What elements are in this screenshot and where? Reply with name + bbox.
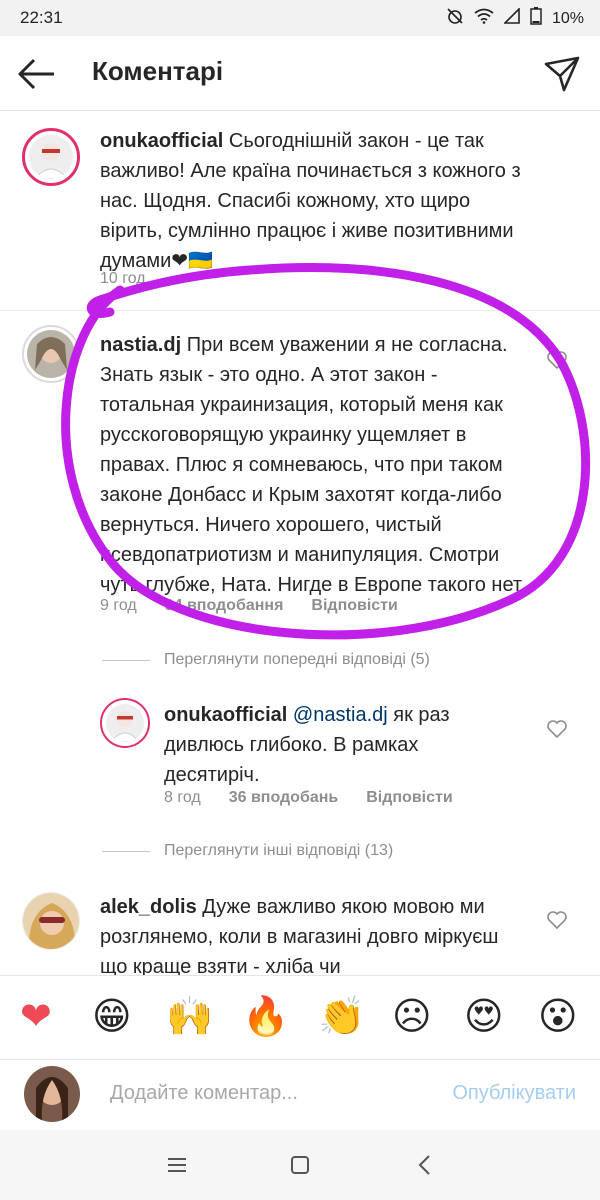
like-heart-icon[interactable]: [546, 719, 568, 739]
status-icons: 10%: [446, 7, 584, 30]
comment-username[interactable]: onukaofficial: [100, 130, 223, 152]
emoji-grin[interactable]: 😁: [92, 994, 132, 1038]
avatar[interactable]: [22, 128, 80, 186]
view-previous-replies[interactable]: Переглянути попередні відповіді (5): [102, 651, 430, 669]
wifi-icon: [474, 8, 494, 29]
emoji-heart-eyes[interactable]: 😍: [464, 994, 504, 1038]
avatar[interactable]: [22, 325, 80, 383]
signal-icon: [503, 7, 520, 29]
avatar[interactable]: [100, 698, 150, 748]
status-bar: 22:31 10%: [0, 0, 600, 36]
emoji-bar: ❤ 😁 🙌 🔥 👏 ☹ 😍 😮: [0, 975, 600, 1060]
divider-line: [102, 850, 150, 852]
system-nav-bar: [0, 1130, 600, 1200]
emoji-fire[interactable]: 🔥: [242, 994, 289, 1038]
divider-line: [102, 659, 150, 661]
page-title: Коментарі: [92, 56, 224, 86]
mention-link[interactable]: @nastia.dj: [293, 704, 388, 726]
emoji-heart[interactable]: ❤: [20, 994, 52, 1038]
menu-icon[interactable]: [164, 1152, 190, 1178]
like-heart-icon[interactable]: [546, 350, 568, 370]
comment-text: nastia.dj При всем уважении я не согласн…: [100, 330, 530, 600]
avatar-image: [24, 1066, 80, 1122]
emoji-frown[interactable]: ☹: [392, 994, 432, 1038]
reply-button[interactable]: Відповісти: [366, 789, 452, 807]
home-icon[interactable]: [287, 1152, 313, 1178]
paper-plane-icon: [544, 56, 580, 92]
like-heart-icon[interactable]: [546, 910, 568, 930]
reply-button[interactable]: Відповісти: [311, 597, 397, 615]
battery-percent: 10%: [551, 9, 584, 27]
avatar[interactable]: [22, 892, 80, 950]
avatar-image: [106, 704, 144, 742]
comment-input[interactable]: Додайте коментар...: [110, 1082, 298, 1105]
comment-text: onukaofficial Сьогоднішній закон - це та…: [100, 126, 530, 276]
likes-count[interactable]: 36 вподобань: [229, 789, 339, 807]
likes-count[interactable]: 34 вподобання: [165, 597, 284, 615]
status-time: 22:31: [20, 8, 63, 27]
back-button[interactable]: [14, 54, 58, 94]
comment-username[interactable]: alek_dolis: [100, 896, 197, 918]
comment-time: 9 год: [100, 597, 137, 614]
comment-input-bar: Додайте коментар... Опублікувати: [0, 1059, 600, 1130]
emoji-clap[interactable]: 👏: [318, 994, 365, 1038]
comment-username[interactable]: onukaofficial: [164, 704, 287, 726]
comment-username[interactable]: nastia.dj: [100, 334, 181, 356]
avatar-image: [27, 330, 75, 378]
alarm-off-icon: [446, 7, 464, 30]
comment-meta: 8 год 36 вподобань Відповісти: [164, 789, 453, 807]
battery-icon: [530, 7, 542, 30]
emoji-surprised[interactable]: 😮: [538, 994, 578, 1038]
comment-time: 10 год: [100, 270, 146, 287]
back-nav-icon[interactable]: [412, 1152, 438, 1178]
publish-button[interactable]: Опублікувати: [452, 1082, 576, 1105]
avatar-image: [23, 893, 79, 949]
divider: [0, 310, 600, 311]
avatar-image: [29, 135, 73, 179]
comment-body: При всем уважении я не согласна. Знать я…: [100, 334, 526, 596]
comment-text: alek_dolis Дуже важливо якою мовою ми ро…: [100, 892, 530, 976]
view-other-label: Переглянути інші відповіді (13): [164, 842, 394, 859]
comments-header: Коментарі: [0, 36, 600, 111]
current-user-avatar: [24, 1066, 80, 1122]
view-previous-label: Переглянути попередні відповіді (5): [164, 651, 430, 668]
emoji-raised-hands[interactable]: 🙌: [166, 994, 213, 1038]
comment-meta: 10 год: [100, 270, 146, 288]
share-button[interactable]: [542, 54, 582, 94]
view-other-replies[interactable]: Переглянути інші відповіді (13): [102, 842, 393, 860]
comment-time: 8 год: [164, 789, 201, 806]
comment-text: onukaofficial @nastia.dj як раз дивлюсь …: [164, 700, 494, 790]
comment-meta: 9 год 34 вподобання Відповісти: [100, 597, 398, 615]
arrow-left-icon: [18, 58, 54, 90]
